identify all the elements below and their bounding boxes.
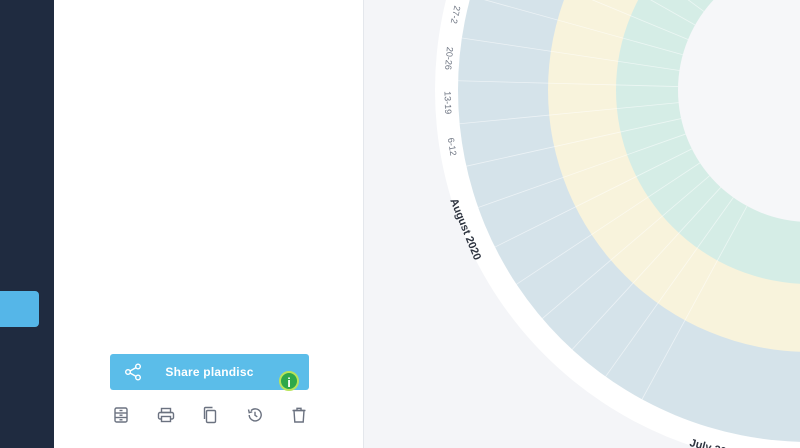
history-icon[interactable] xyxy=(245,405,265,425)
sidebar-active-item[interactable] xyxy=(0,291,39,327)
print-icon[interactable] xyxy=(156,405,176,425)
info-icon[interactable]: i xyxy=(279,371,299,391)
share-icon xyxy=(125,363,141,381)
week-label: 13-19 xyxy=(442,91,453,114)
trash-icon[interactable] xyxy=(289,405,309,425)
copy-icon[interactable] xyxy=(200,405,220,425)
side-panel: Share plandisc i xyxy=(54,0,364,448)
archive-icon[interactable] xyxy=(111,405,131,425)
week-label: 20-26 xyxy=(443,47,455,71)
plandisc-wheel[interactable]: 5-28-421-2714-207-1331-624-3017-2310-163… xyxy=(364,0,800,448)
plandisc-toolbar xyxy=(110,402,309,428)
disc-rings xyxy=(435,0,800,448)
sidebar xyxy=(0,0,54,448)
plandisc-canvas[interactable]: 5-28-421-2714-207-1331-624-3017-2310-163… xyxy=(364,0,800,448)
